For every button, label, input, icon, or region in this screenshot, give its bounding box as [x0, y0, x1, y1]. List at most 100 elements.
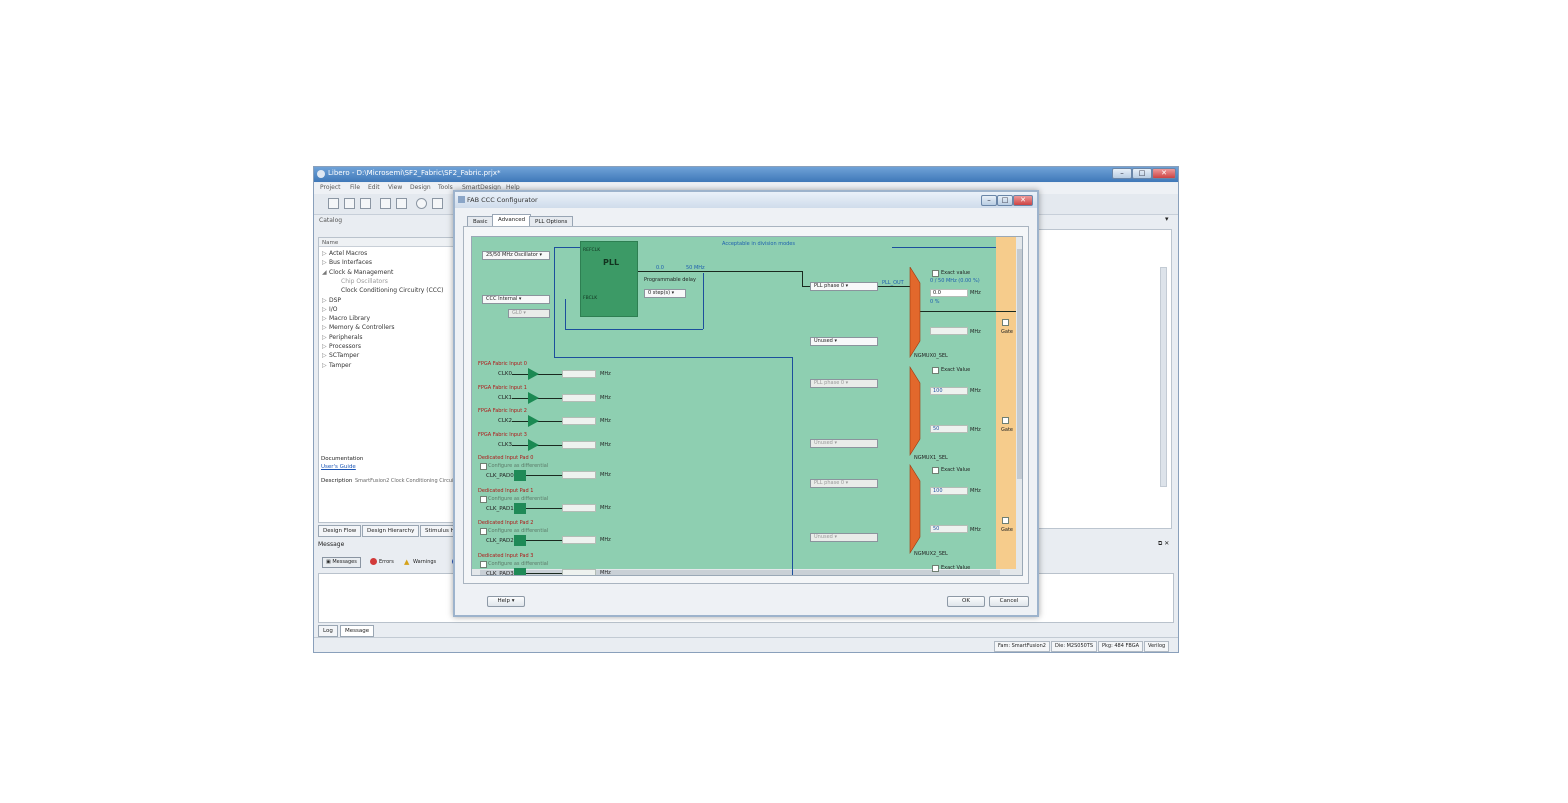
tree-expand-icon[interactable]: ▷ — [322, 297, 327, 304]
differential-checkbox[interactable] — [480, 560, 487, 568]
exact-value-checkbox-1[interactable] — [932, 367, 939, 374]
undo-icon[interactable] — [380, 198, 391, 209]
filter-messages[interactable]: ▣ Messages — [322, 557, 361, 568]
tree-item[interactable]: Macro Library — [329, 315, 370, 322]
tree-expand-icon[interactable]: ▷ — [322, 362, 327, 369]
ccc-internal-select[interactable]: CCC Internal ▾ — [482, 295, 550, 304]
vertical-scroll-thumb[interactable] — [1017, 249, 1022, 479]
ngmux0-shape[interactable] — [909, 267, 921, 359]
dedicated-input-frequency-field[interactable] — [562, 568, 596, 575]
pll-block[interactable]: PLL REFCLK FBCLK — [580, 241, 638, 317]
exact-value-checkbox-0[interactable] — [932, 270, 939, 277]
menu-project[interactable]: Project — [320, 184, 341, 191]
tab-design-flow[interactable]: Design Flow — [318, 525, 362, 537]
tab-message[interactable]: Message — [340, 625, 375, 637]
output1-field-b[interactable]: 50 — [930, 425, 968, 433]
tree-expand-icon[interactable]: ▷ — [322, 334, 327, 341]
pll-phase-select-2[interactable]: PLL phase 0 ▾ — [810, 479, 878, 488]
dialog-minimize-button[interactable]: – — [981, 195, 997, 206]
tree-item[interactable]: Tamper — [329, 362, 351, 369]
warning-icon[interactable]: ▲ — [404, 558, 409, 566]
menu-tools[interactable]: Tools — [438, 184, 453, 191]
fabric-input-frequency-field[interactable] — [562, 440, 596, 449]
tree-item[interactable]: Actel Macros — [329, 250, 367, 257]
tree-expand-icon[interactable]: ◢ — [322, 269, 327, 276]
dedicated-input-frequency-field[interactable] — [562, 503, 596, 512]
ccc-sub-select[interactable]: GL0 ▾ — [508, 309, 550, 318]
fabric-input-frequency-field[interactable] — [562, 393, 596, 402]
tree-expand-icon[interactable]: ▷ — [322, 306, 327, 313]
menu-design[interactable]: Design — [410, 184, 431, 191]
dedicated-input-frequency-field[interactable] — [562, 471, 596, 479]
catalog-search-bar[interactable] — [319, 238, 455, 247]
unused-select-3[interactable]: Unused ▾ — [810, 533, 878, 542]
close-button[interactable]: ✕ — [1152, 168, 1176, 179]
users-guide-link[interactable]: User's Guide — [321, 464, 356, 470]
diagram-vertical-scrollbar[interactable] — [1016, 237, 1022, 575]
cancel-button[interactable]: Cancel — [989, 596, 1029, 607]
output1-field-a[interactable]: 100 — [930, 387, 968, 395]
save-icon[interactable] — [360, 198, 371, 209]
open-icon[interactable] — [344, 198, 355, 209]
right-scrollbar[interactable] — [1160, 267, 1167, 487]
exact-value-checkbox-2[interactable] — [932, 467, 939, 474]
minimize-button[interactable]: – — [1112, 168, 1132, 179]
tree-expand-icon[interactable]: ▷ — [322, 352, 327, 359]
tree-expand-icon[interactable]: ▷ — [322, 324, 327, 331]
tree-item[interactable]: Memory & Controllers — [329, 324, 395, 331]
dialog-close-button[interactable]: ✕ — [1013, 195, 1033, 206]
error-icon[interactable] — [370, 558, 377, 565]
panel-float-icon[interactable]: ⧉ ✕ — [1158, 540, 1169, 548]
tree-item[interactable]: DSP — [329, 297, 341, 304]
output2-field-b[interactable]: 50 — [930, 525, 968, 533]
output0-frequency-field[interactable]: 0.0 — [930, 289, 968, 297]
menu-view[interactable]: View — [388, 184, 402, 191]
gate-checkbox-0[interactable] — [1002, 319, 1009, 326]
tree-expand-icon[interactable]: ▷ — [322, 250, 327, 257]
pane-collapse-icon[interactable]: ▾ — [1165, 215, 1169, 223]
tree-item[interactable]: Bus Interfaces — [329, 259, 372, 266]
differential-checkbox[interactable] — [480, 528, 487, 535]
ok-button[interactable]: OK — [947, 596, 985, 607]
tree-expand-icon[interactable]: ▷ — [322, 315, 327, 322]
unused-select-1[interactable]: Unused ▾ — [810, 337, 878, 346]
maximize-button[interactable]: □ — [1132, 168, 1152, 179]
pll-phase-select-0[interactable]: PLL phase 0 ▾ — [810, 282, 878, 291]
tree-item[interactable]: I/O — [329, 306, 338, 313]
differential-checkbox[interactable] — [480, 463, 487, 470]
document-icon[interactable] — [432, 198, 443, 209]
menu-file[interactable]: File — [350, 184, 360, 191]
filter-warnings[interactable]: Warnings — [413, 559, 436, 565]
tree-item[interactable]: Chip Oscillators — [341, 278, 388, 285]
exact-value-checkbox-3[interactable] — [932, 565, 939, 572]
pll-phase-select-1[interactable]: PLL phase 0 ▾ — [810, 379, 878, 388]
new-icon[interactable] — [328, 198, 339, 209]
output0-second-field[interactable] — [930, 327, 968, 335]
fabric-input-frequency-field[interactable] — [562, 417, 596, 425]
tree-item[interactable]: SCTamper — [329, 352, 359, 359]
unused-select-2[interactable]: Unused ▾ — [810, 439, 878, 448]
tab-log[interactable]: Log — [318, 625, 338, 637]
run-icon[interactable] — [416, 198, 427, 209]
output2-field-a[interactable]: 100 — [930, 487, 968, 495]
fabric-input-frequency-field[interactable] — [562, 370, 596, 378]
oscillator-select[interactable]: 25/50 MHz Oscillator ▾ — [482, 251, 550, 260]
filter-errors[interactable]: Errors — [379, 559, 394, 565]
ngmux2-shape[interactable] — [909, 463, 921, 555]
redo-icon[interactable] — [396, 198, 407, 209]
tree-item[interactable]: Processors — [329, 343, 361, 350]
tab-design-hierarchy[interactable]: Design Hierarchy — [362, 525, 420, 537]
help-button[interactable]: Help ▾ — [487, 596, 525, 607]
menu-edit[interactable]: Edit — [368, 184, 380, 191]
tree-item[interactable]: Clock & Management — [329, 269, 393, 276]
tree-item[interactable]: Clock Conditioning Circuitry (CCC) — [341, 287, 444, 294]
gate-checkbox-1[interactable] — [1002, 417, 1009, 424]
differential-checkbox[interactable] — [480, 495, 487, 503]
tree-expand-icon[interactable]: ▷ — [322, 259, 327, 266]
tree-expand-icon[interactable]: ▷ — [322, 343, 327, 350]
dedicated-input-frequency-field[interactable] — [562, 536, 596, 544]
tree-item[interactable]: Peripherals — [329, 334, 362, 341]
ngmux1-shape[interactable] — [909, 365, 921, 457]
programmable-delay-select[interactable]: 0 step(s) ▾ — [644, 289, 686, 298]
gate-checkbox-2[interactable] — [1002, 517, 1009, 524]
